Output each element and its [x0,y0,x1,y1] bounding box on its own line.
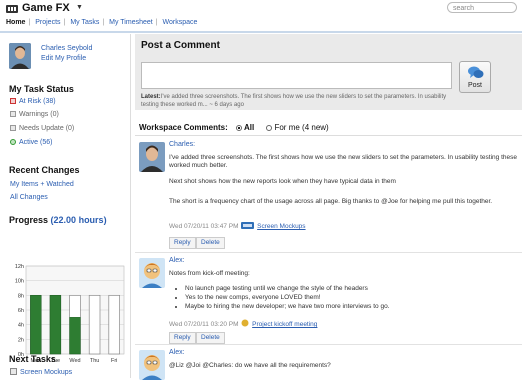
list-item: Yes to the new comps, everyone LOVED the… [185,293,390,302]
nav-my-tasks[interactable]: My Tasks [70,19,99,26]
recent-all-changes-link[interactable]: All Changes [10,194,48,201]
active-icon [10,139,16,145]
list-item: No launch page testing until we change t… [185,284,390,293]
reply-button[interactable]: Reply [169,237,196,249]
needs-update-icon [10,125,16,131]
recent-changes-title: Recent Changes [9,165,80,175]
comment-bullet-list: No launch page testing until we change t… [177,284,390,311]
chevron-down-icon[interactable]: ▼ [76,4,83,11]
post-comment-title: Post a Comment [141,40,220,51]
y-tick-label: 12h [15,264,24,270]
comment-input[interactable] [141,62,452,89]
bar-target-fri [108,294,120,355]
y-tick-label: 10h [15,279,24,285]
main-nav: Home | Projects | My Tasks | My Timesheet | … [6,19,198,26]
latest-comment-preview: Latest:I've added three screenshots. The… [141,94,447,108]
recent-my-items-link[interactable]: My Items + Watched [10,181,74,188]
y-tick-label: 2h [18,337,24,343]
comment-paragraph: The short is a frequency chart of the us… [169,198,493,205]
reply-button[interactable]: Reply [169,332,196,344]
y-tick-label: 6h [18,308,24,314]
sidebar: Charles Seybold Edit My Profile My Task … [0,34,131,378]
main-content: Post a Comment Post Latest:I've added th… [135,34,522,380]
x-tick-label: Wed [69,358,80,364]
attachment-icon [241,222,255,229]
delete-button[interactable]: Delete [196,332,225,344]
next-task-item[interactable]: Screen Mockups [10,368,72,376]
app-title[interactable]: Game FX [22,2,70,14]
divider [135,252,522,253]
workspace-comments-filter: Workspace Comments: All For me (4 new) [139,123,329,132]
bar-logged-tue [49,295,62,355]
comment-meta: Wed 07/20/11 03:20 PM Project kickoff me… [169,319,318,328]
search-input[interactable]: search [447,2,517,13]
progress-hours: (22.00 hours) [50,215,107,225]
nav-projects[interactable]: Projects [35,19,60,26]
status-active[interactable]: Active (56) [10,139,52,146]
x-tick-label: Thu [90,358,99,364]
meeting-icon [241,319,249,327]
bar-logged-wed [69,317,81,355]
comment-paragraph: I've added three screenshots. The first … [169,154,517,169]
status-needs-update[interactable]: Needs Update (0) [10,125,74,132]
next-tasks-title: Next Tasks [9,354,56,364]
y-tick-label: 8h [18,293,24,299]
avatar[interactable] [9,43,31,69]
x-tick-label: Fri [111,358,117,364]
comment-text: @Liz @Joi @Charles: do we have all the r… [169,362,331,369]
top-bar: Game FX ▼ Home | Projects | My Tasks | My T… [0,0,522,30]
app-logo-icon [6,5,18,13]
progress-title: Progress (22.00 hours) [9,215,107,225]
delete-button[interactable]: Delete [196,237,225,249]
nav-workspace[interactable]: Workspace [163,19,198,26]
avatar[interactable] [139,258,165,288]
list-item: Maybe to hiring the new developer; we ha… [185,302,390,311]
post-button[interactable]: Post [459,61,491,93]
nav-home[interactable]: Home [6,19,25,26]
comment-item: Alex: @Liz @Joi @Charles: do we have all… [135,346,522,380]
speech-bubble-icon [468,66,484,78]
comment-author[interactable]: Alex: [169,257,185,264]
comment-paragraph: Next shot shows how the new reports look… [169,178,396,185]
avatar[interactable] [139,350,165,380]
nav-my-timesheet[interactable]: My Timesheet [109,19,153,26]
edit-profile-link[interactable]: Edit My Profile [41,55,86,62]
at-risk-icon [10,98,16,104]
divider [135,344,522,345]
bar-logged-mon [30,295,42,355]
comment-meta: Wed 07/20/11 03:47 PM Screen Mockups [169,222,306,230]
comment-item: Charles: I've added three screenshots. T… [135,138,522,252]
warnings-icon [10,111,16,117]
attachment-link[interactable]: Screen Mockups [257,223,305,230]
user-name[interactable]: Charles Seybold [41,45,92,52]
comment-author[interactable]: Alex: [169,349,185,356]
post-comment-panel: Post a Comment Post Latest:I've added th… [135,34,522,110]
task-icon [10,368,17,375]
task-status-title: My Task Status [9,84,74,94]
status-warnings[interactable]: Warnings (0) [10,111,59,118]
divider [135,135,522,136]
attachment-link[interactable]: Project kickoff meeting [252,321,317,328]
comment-author[interactable]: Charles: [169,141,195,148]
bar-target-thu [88,294,101,355]
comment-intro: Notes from kick-off meeting: [169,270,250,277]
header-divider [0,31,522,33]
y-tick-label: 4h [18,323,24,329]
filter-for-me-radio[interactable] [266,125,273,131]
status-at-risk[interactable]: At Risk (38) [10,98,56,105]
filter-all-radio[interactable] [236,125,242,131]
comment-item: Alex: Notes from kick-off meeting: No la… [135,254,522,344]
avatar[interactable] [139,142,165,172]
